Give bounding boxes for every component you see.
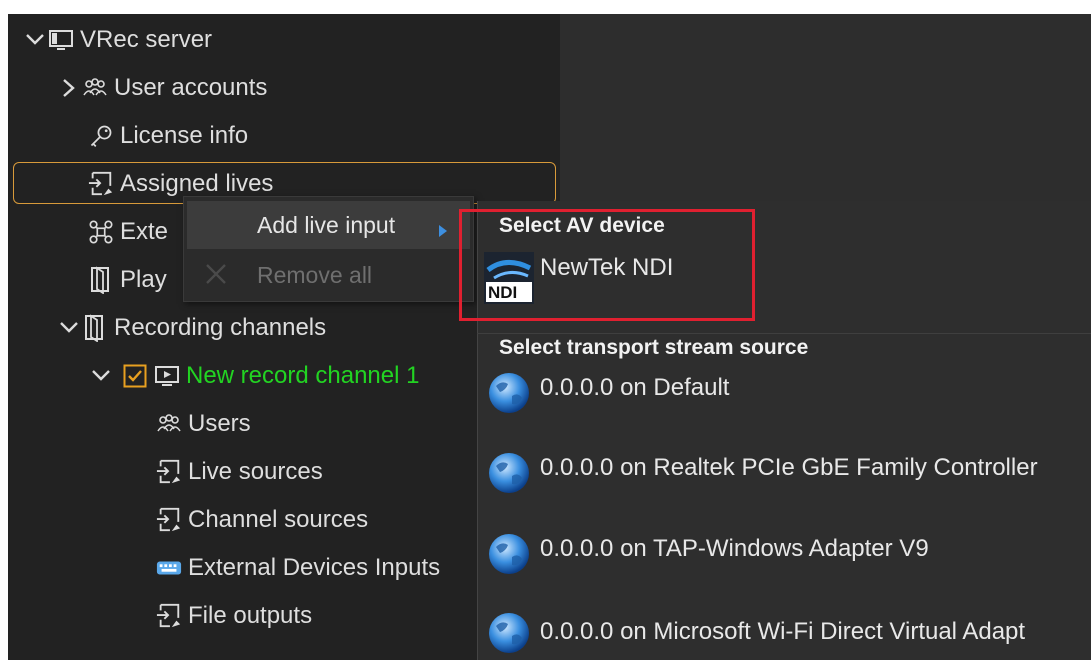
tree-item-play[interactable]: Play [88, 258, 167, 302]
tree-item-label: VRec server [80, 26, 213, 53]
section-header-transport-stream: Select transport stream source [499, 336, 809, 359]
highlight-annotation-box [459, 209, 755, 321]
playlist-icon [88, 266, 114, 294]
globe-icon [484, 527, 534, 584]
tree-item-license-info[interactable]: License info [88, 114, 248, 158]
menu-item-label: Remove all [257, 261, 373, 288]
tree-item-new-record-channel[interactable]: New record channel 1 [88, 354, 419, 398]
submenu-arrow-icon [438, 217, 448, 244]
key-icon [88, 123, 114, 149]
checkbox[interactable] [122, 363, 148, 389]
menu-item-label: Add live input [257, 211, 396, 238]
ts-source-label: 0.0.0.0 on Microsoft Wi-Fi Direct Virtua… [540, 618, 1026, 645]
separator [477, 333, 1091, 334]
live-input-icon [156, 507, 182, 533]
tree-item-label: New record channel 1 [186, 362, 420, 389]
users-group-icon [156, 411, 182, 437]
context-menu: Add live input Remove all [183, 196, 474, 302]
tree-item-external-devices-inputs[interactable]: External Devices Inputs [156, 546, 440, 590]
tree-item-label: Recording channels [114, 314, 327, 341]
tree-item-label: Live sources [188, 458, 323, 485]
globe-icon [484, 366, 534, 423]
tree-item-label: Assigned lives [120, 170, 274, 197]
tree-item-label: Exte [120, 218, 169, 245]
playlist-icon [82, 314, 108, 342]
tree-item-channel-sources[interactable]: Channel sources [156, 498, 368, 542]
tree-item-users[interactable]: Users [156, 402, 251, 446]
menu-item-remove-all[interactable]: Remove all [187, 251, 470, 299]
monitor-icon [48, 27, 74, 53]
tree-item-vrec-server[interactable]: VRec server [22, 18, 212, 62]
tree-item-label: User accounts [114, 74, 268, 101]
tree-item-label: License info [120, 122, 249, 149]
ts-source-label: 0.0.0.0 on Realtek PCIe GbE Family Contr… [540, 454, 1038, 481]
tree-item-label: Users [188, 410, 251, 437]
ts-source-item[interactable]: 0.0.0.0 on TAP-Windows Adapter V9 [484, 527, 929, 583]
ts-source-label: 0.0.0.0 on Default [540, 374, 730, 401]
chevron-down-icon[interactable] [56, 315, 82, 341]
globe-icon [484, 606, 534, 663]
ts-source-item[interactable]: 0.0.0.0 on Realtek PCIe GbE Family Contr… [484, 446, 1038, 502]
users-group-icon [82, 75, 108, 101]
chevron-right-icon[interactable] [56, 75, 82, 101]
screen-play-icon [154, 363, 180, 389]
ts-source-item[interactable]: 0.0.0.0 on Default [484, 366, 729, 422]
tree-item-file-outputs[interactable]: File outputs [156, 594, 312, 638]
tree-item-live-sources[interactable]: Live sources [156, 450, 323, 494]
live-input-icon [156, 459, 182, 485]
tree-item-external[interactable]: Exte [88, 210, 168, 254]
live-input-icon [156, 603, 182, 629]
tree-item-user-accounts[interactable]: User accounts [56, 66, 267, 110]
chevron-down-icon[interactable] [88, 363, 114, 389]
ts-source-item[interactable]: 0.0.0.0 on Microsoft Wi-Fi Direct Virtua… [484, 606, 1025, 662]
tree-item-label: File outputs [188, 602, 313, 629]
tree-item-label: Play [120, 266, 167, 293]
menu-item-add-live-input[interactable]: Add live input [187, 201, 470, 249]
tree-item-label: External Devices Inputs [188, 554, 441, 581]
network-icon [88, 219, 114, 245]
close-icon [205, 263, 227, 291]
tree-item-label: Channel sources [188, 506, 369, 533]
chevron-down-icon[interactable] [22, 27, 48, 53]
live-input-icon [88, 171, 114, 197]
globe-icon [484, 446, 534, 503]
tree-item-recording-channels[interactable]: Recording channels [56, 306, 326, 350]
ts-source-label: 0.0.0.0 on TAP-Windows Adapter V9 [540, 535, 929, 562]
keyboard-icon [156, 555, 182, 581]
